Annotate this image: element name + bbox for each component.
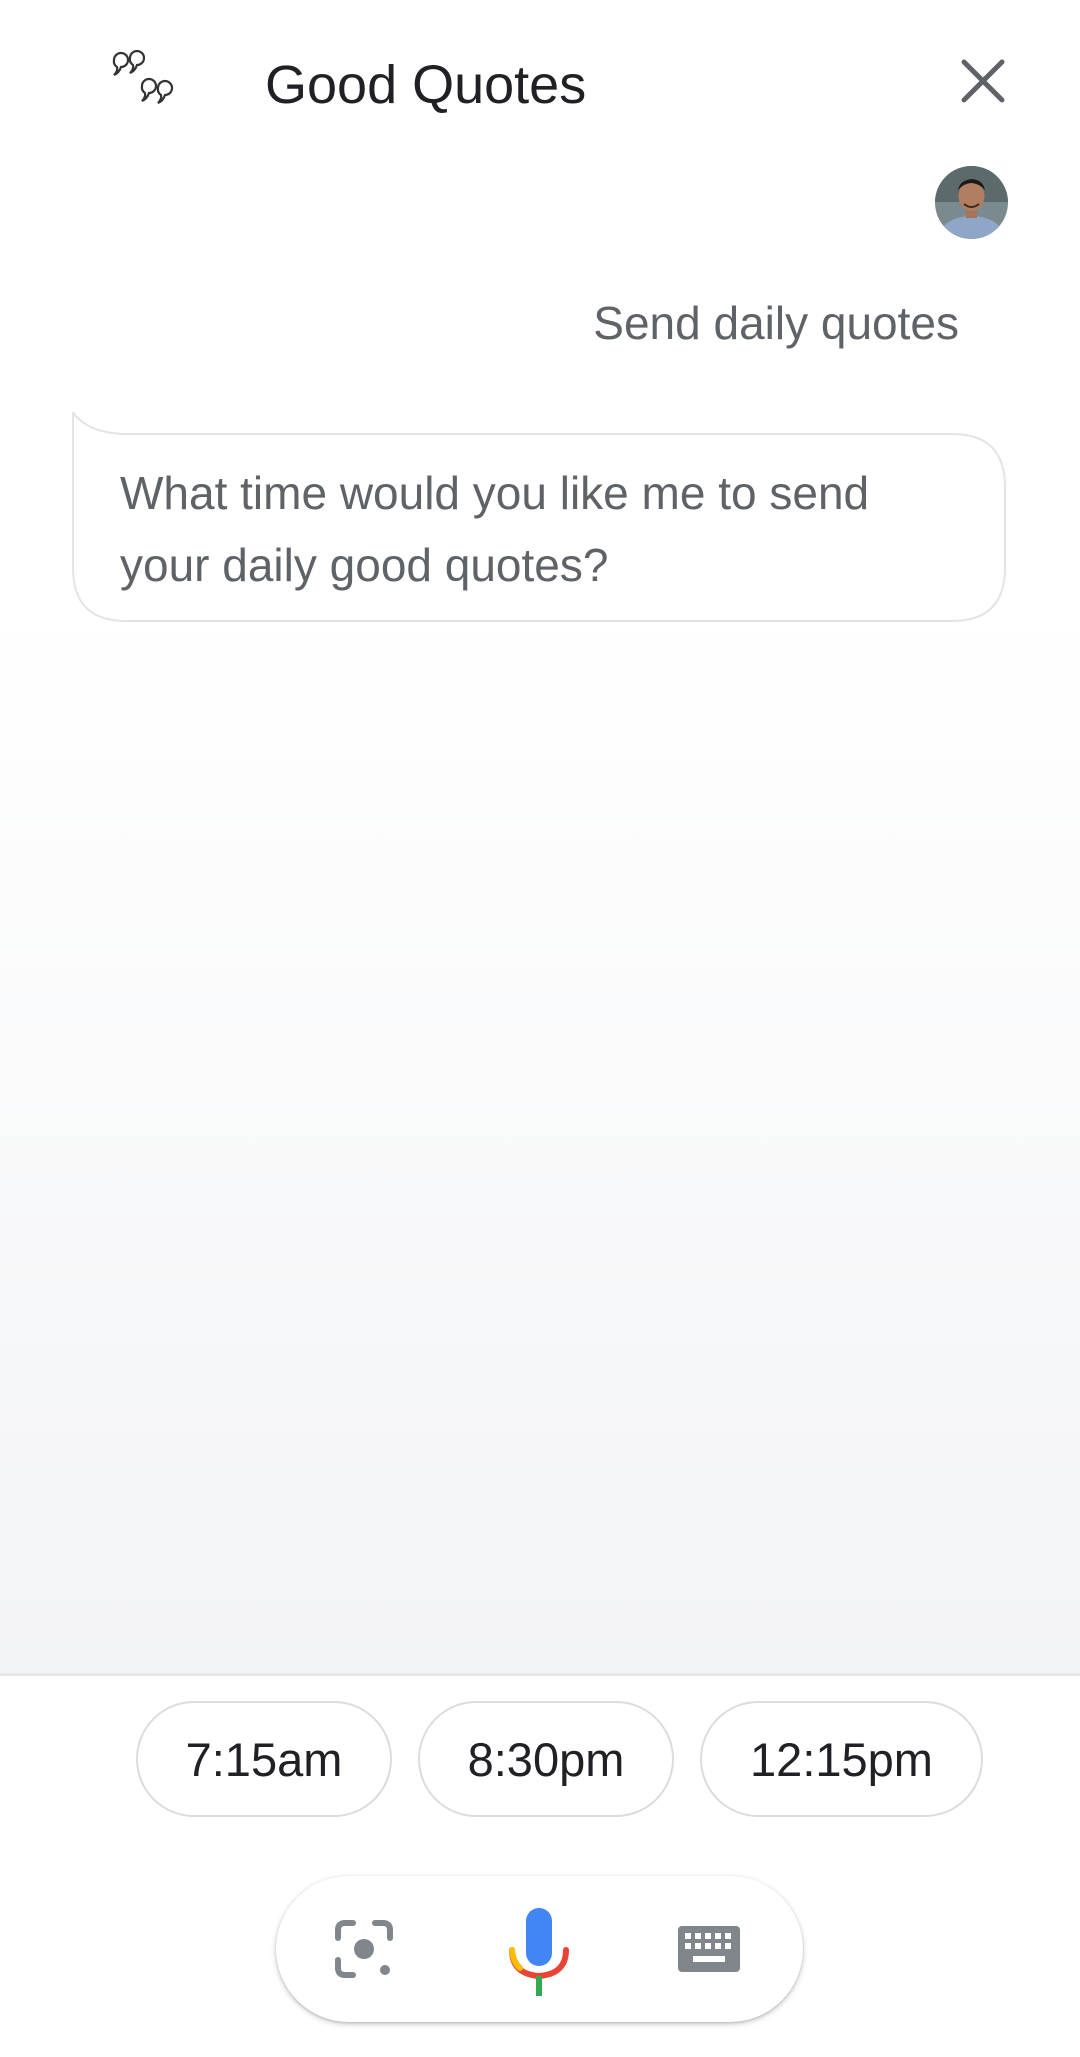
keyboard-icon	[678, 1926, 740, 1972]
lens-button[interactable]	[333, 1918, 395, 1980]
user-message: Send daily quotes	[593, 297, 959, 349]
input-bar	[276, 1876, 803, 2022]
close-icon	[961, 59, 1005, 103]
app-header: Good Quotes	[0, 0, 1080, 170]
close-button[interactable]	[950, 48, 1016, 114]
mic-icon	[509, 1908, 569, 1996]
avatar	[935, 166, 1008, 239]
app-title: Good Quotes	[265, 55, 587, 115]
suggestion-chip[interactable]: 12:15pm	[700, 1701, 983, 1817]
suggestion-chips: 7:15am 8:30pm 12:15pm	[0, 1701, 1080, 1821]
assistant-message-text: What time would you like me to send your…	[120, 467, 870, 591]
suggestion-chip[interactable]: 7:15am	[136, 1701, 392, 1817]
quote-marks-icon	[108, 49, 180, 114]
lens-icon	[335, 1920, 393, 1978]
assistant-message-bubble: What time would you like me to send your…	[72, 412, 1006, 622]
mic-button[interactable]	[506, 1906, 572, 1998]
suggestion-chip[interactable]: 8:30pm	[418, 1701, 674, 1817]
keyboard-button[interactable]	[676, 1924, 742, 1974]
